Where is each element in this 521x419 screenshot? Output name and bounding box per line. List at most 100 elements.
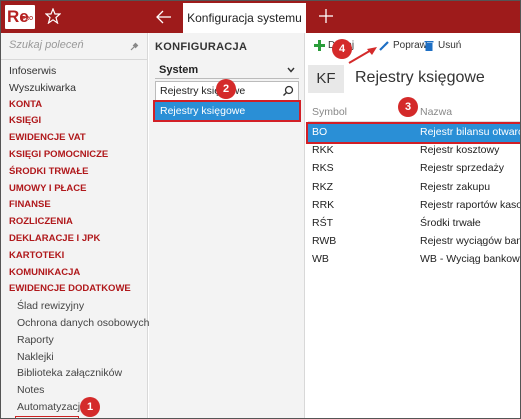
sidebar-item-label: UMOWY I PŁACE [9, 182, 87, 194]
pin-icon[interactable] [129, 42, 139, 52]
tab-konfiguracja-systemu[interactable]: Konfiguracja systemu [183, 3, 306, 33]
sidebar-item[interactable]: Ochrona danych osobowych [9, 315, 150, 332]
sidebar-item-label: ROZLICZENIA [9, 216, 73, 228]
delete-button[interactable]: Usuń [424, 39, 464, 53]
sidebar-item[interactable]: Wyszukiwarka [9, 80, 145, 97]
cell-name: Rejestr wyciągów bank… [420, 235, 520, 248]
app-window: Re PRO Konfiguracja systemu Szukaj polec… [0, 0, 521, 419]
sidebar-item[interactable]: EWIDENCJE DODATKOWE [9, 281, 145, 298]
sidebar-item[interactable]: KSIĘGI [9, 113, 145, 130]
add-tab-icon[interactable] [317, 7, 335, 25]
app-logo[interactable]: Re PRO [5, 5, 35, 29]
sidebar-item[interactable]: KONTA [9, 97, 145, 114]
annotation-badge-2: 2 [216, 79, 236, 99]
sidebar-item-label: ŚRODKI TRWAŁE [9, 165, 89, 177]
page-title: Rejestry księgowe [355, 69, 485, 86]
command-search-input[interactable]: Szukaj poleceń [9, 39, 141, 57]
sidebar-item[interactable]: Notes [9, 382, 145, 399]
delete-label: Usuń [438, 40, 462, 51]
sidebar-item[interactable]: Automatyzacja [9, 399, 145, 416]
table-row[interactable]: RKS Rejestr sprzedaży [308, 160, 520, 178]
sidebar-item-label: EWIDENCJE VAT [9, 132, 86, 144]
sidebar-item-label: Notes [17, 384, 45, 397]
sidebar-item-label: FINANSE [9, 199, 51, 211]
sidebar-item[interactable]: Raporty [9, 332, 145, 349]
sidebar-item-label: KONTA [9, 98, 43, 110]
cell-symbol: BO [312, 126, 328, 138]
sidebar-item[interactable]: FINANSE [9, 197, 145, 214]
navigation-menu: Infoserwis Wyszukiwarka KONTA KSIĘGI EWIDENC… [9, 63, 150, 418]
sidebar-item-label: EWIDENCJE DODATKOWE [9, 283, 131, 295]
table-row[interactable]: BO Rejestr bilansu otwarcia [306, 122, 521, 144]
cell-name: Rejestr zakupu [420, 180, 491, 193]
table-row[interactable]: RKZ Rejestr zakupu [308, 179, 520, 197]
sidebar-item[interactable]: ROZLICZENIA [9, 214, 145, 231]
annotation-arrow-icon [348, 47, 377, 64]
sidebar-item-label: Infoserwis [9, 65, 57, 77]
sidebar-item[interactable]: UMOWY I PŁACE [9, 181, 145, 198]
table-row[interactable]: WB WB - Wyciąg bankowy [308, 251, 521, 269]
cell-name: Rejestr raportów kasow… [420, 198, 520, 211]
sidebar-item-label: Automatyzacja [17, 400, 86, 413]
page-header: KF Rejestry księgowe [306, 65, 520, 95]
cell-symbol: RŚT [312, 217, 333, 229]
sidebar-item-label: KARTOTEKI [9, 249, 65, 261]
sidebar-item-label: Biblioteka załączników [17, 367, 123, 380]
column-header-symbol[interactable]: Symbol [312, 106, 347, 118]
table-row[interactable]: RKK Rejestr kosztowy [308, 142, 520, 160]
cell-symbol: RRK [312, 198, 335, 211]
sidebar-item-label: KSIĘGI POMOCNICZE [9, 148, 109, 160]
cell-name: WB - Wyciąg bankowy [420, 253, 521, 266]
cell-symbol: RKS [312, 162, 334, 175]
table-row[interactable]: RRK Rejestr raportów kasow… [308, 197, 520, 215]
cell-symbol: WB [312, 253, 329, 266]
sidebar-item-label: Naklejki [17, 350, 54, 363]
sidebar-item[interactable]: KOMUNIKACJA [9, 265, 145, 282]
sidebar-item-label: Wyszukiwarka [9, 81, 76, 94]
sidebar-item[interactable]: Infoserwis [9, 63, 145, 80]
sidebar-item-label: Ochrona danych osobowych [17, 316, 150, 329]
sidebar-item-label: KOMUNIKACJA [9, 266, 81, 278]
chevron-down-icon [287, 67, 295, 73]
cell-name: Rejestr kosztowy [420, 144, 500, 157]
cell-symbol: RKZ [312, 180, 333, 193]
cell-name: Rejestr sprzedaży [420, 162, 505, 175]
divider [1, 59, 148, 60]
search-icon[interactable] [282, 85, 294, 97]
panel-title: KONFIGURACJA [155, 41, 248, 53]
left-navigation: Szukaj poleceń Infoserwis Wyszukiwarka KON… [1, 33, 150, 418]
list-item-rejestry-ksiegowe[interactable]: Rejestry księgowe [153, 100, 301, 122]
sidebar-item-label: KSIĘGI [9, 115, 42, 127]
column-header-name[interactable]: Nazwa [420, 106, 452, 118]
sidebar-item[interactable]: Ślad rewizyjny [9, 298, 145, 315]
cell-symbol: RWB [312, 235, 337, 248]
cell-symbol: RKK [312, 144, 334, 157]
sidebar-item[interactable]: EWIDENCJE VAT [9, 130, 145, 147]
sidebar-item-label: Raporty [17, 333, 54, 346]
category-select[interactable]: System [155, 61, 299, 79]
annotation-badge-1: 1 [80, 397, 100, 417]
sidebar-item[interactable]: KARTOTEKI [9, 248, 145, 265]
table-row[interactable]: RWB Rejestr wyciągów bank… [308, 233, 520, 251]
plus-icon [314, 40, 325, 51]
sidebar-item[interactable]: ŚRODKI TRWAŁE [9, 164, 145, 181]
sidebar-item-label: DEKLARACJE I JPK [9, 232, 101, 244]
registers-panel: Dodaj Popraw Usuń KF Rejestry księgowe S… [306, 33, 521, 418]
top-bar: Re PRO Konfiguracja systemu [1, 1, 520, 33]
sidebar-item[interactable]: Naklejki [9, 349, 145, 366]
select-value: System [159, 64, 199, 76]
annotation-badge-3: 3 [398, 97, 418, 117]
edit-label: Popraw [393, 40, 427, 51]
table-row[interactable]: RŚT Środki trwałe [308, 215, 520, 233]
star-icon[interactable] [45, 8, 61, 24]
sidebar-item[interactable]: KSIĘGI POMOCNICZE [9, 147, 145, 164]
cell-name: Rejestr bilansu otwarcia [420, 126, 521, 138]
sidebar-item-label: Ślad rewizyjny [17, 300, 85, 313]
sidebar-item[interactable]: Biblioteka załączników [9, 365, 145, 382]
sidebar-item[interactable]: DEKLARACJE I JPK [9, 231, 145, 248]
back-arrow-icon[interactable] [155, 9, 173, 25]
header-divider [308, 121, 520, 122]
module-badge: KF [308, 65, 344, 93]
cell-name: Środki trwałe [420, 217, 481, 229]
logo-badge: PRO [22, 16, 33, 22]
